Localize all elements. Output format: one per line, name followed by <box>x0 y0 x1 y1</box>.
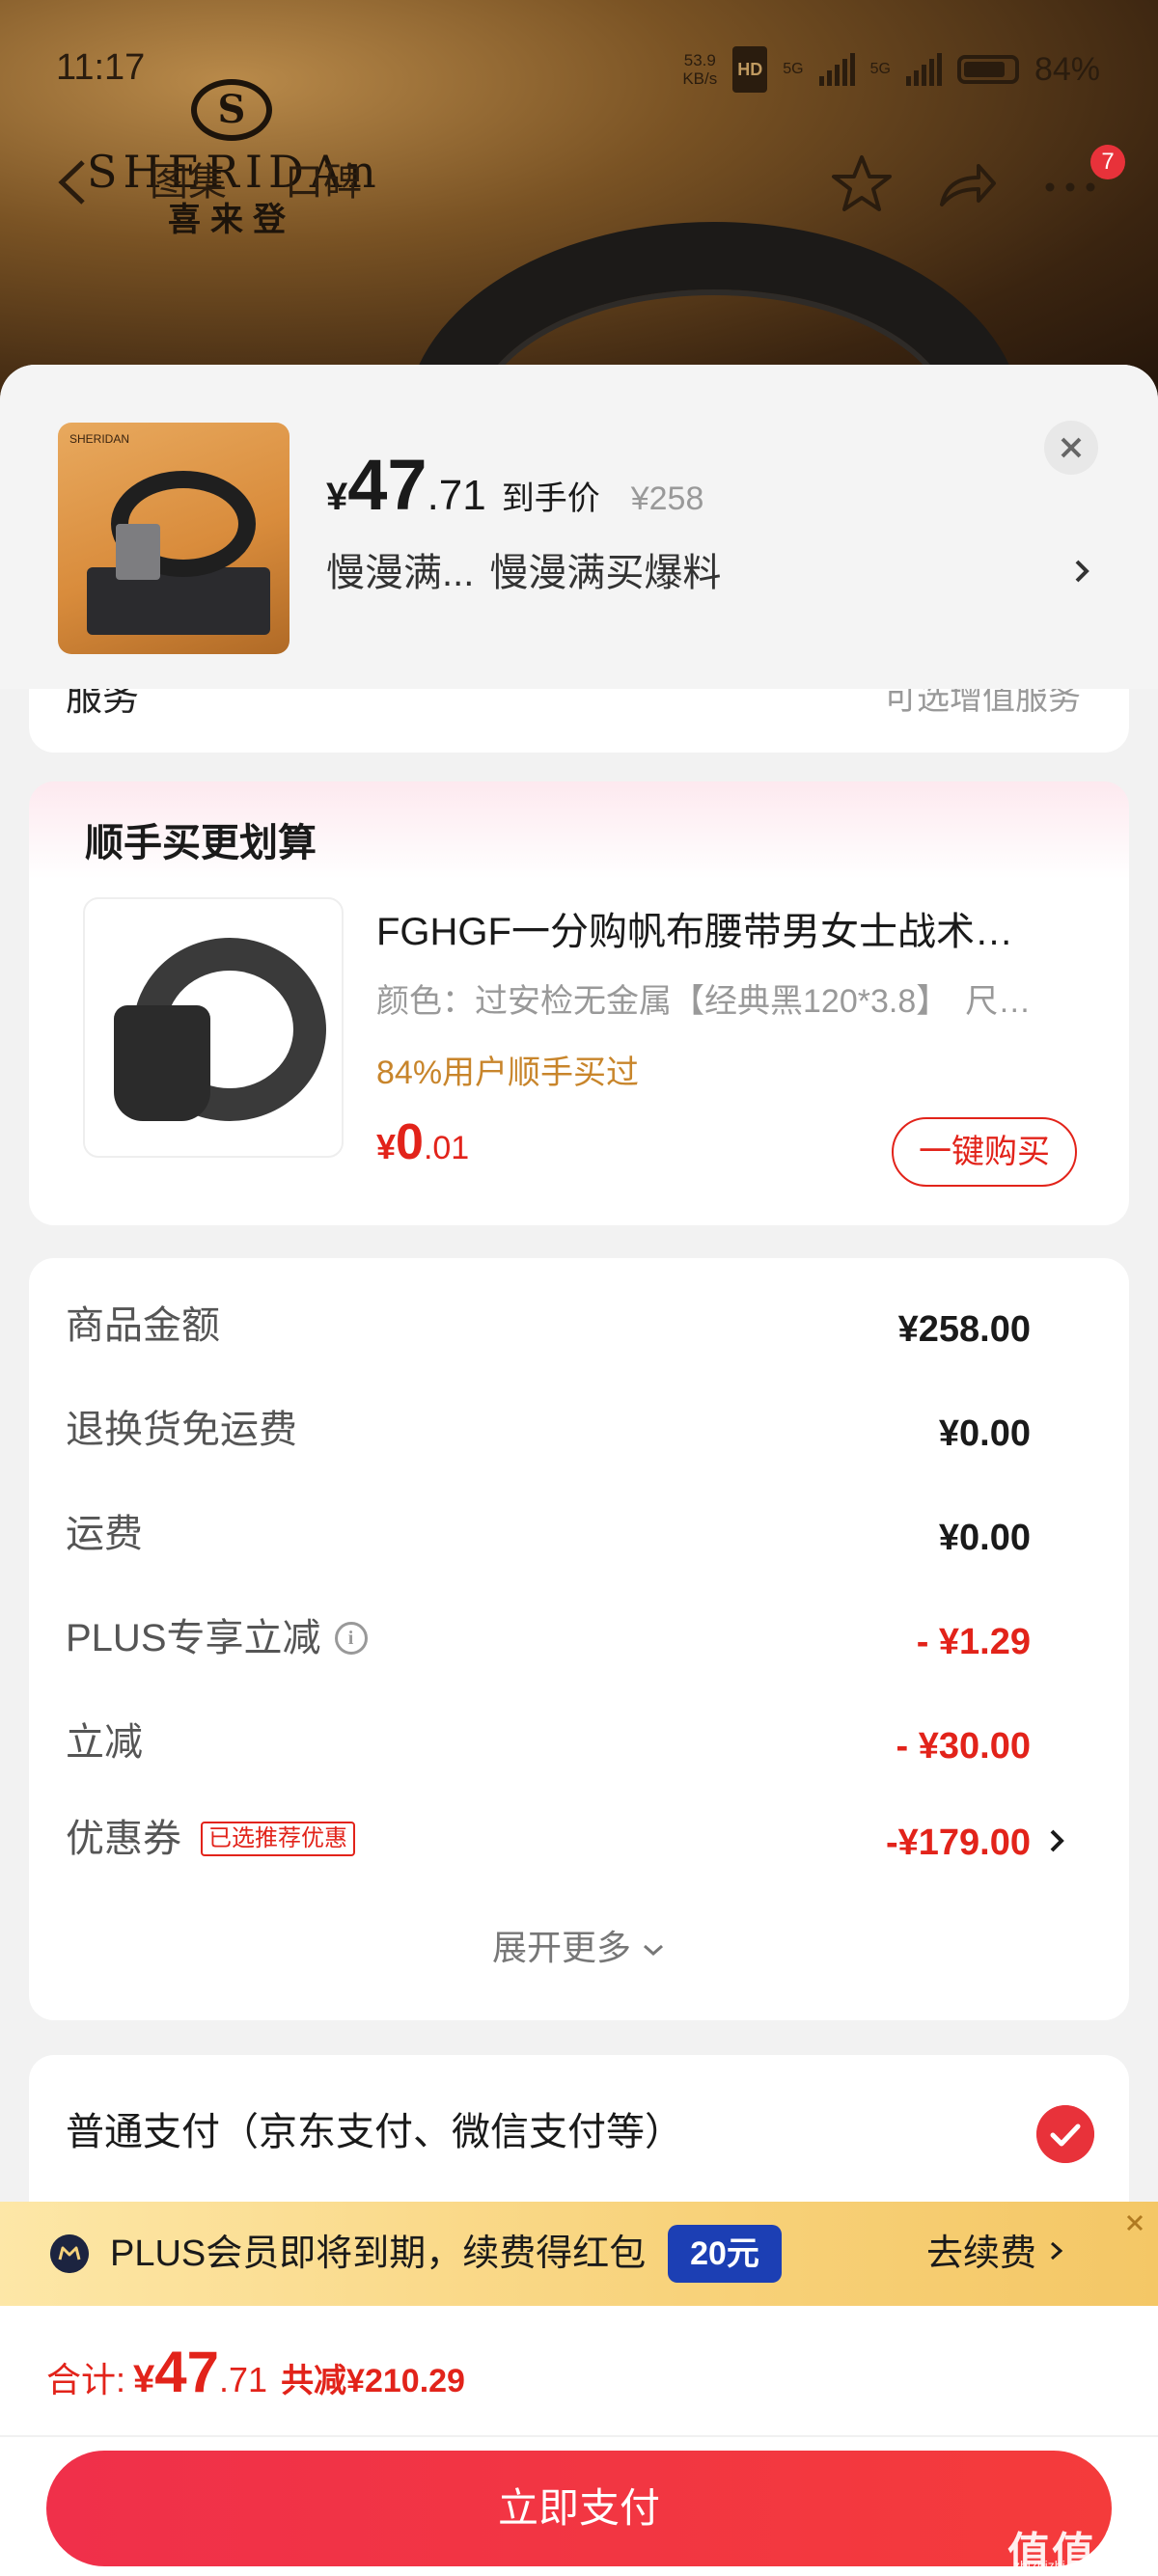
net-speed: 53.9 KB/s <box>682 51 717 88</box>
order-total: 合计: ¥ 47 .71 共减¥210.29 <box>46 2339 465 2415</box>
amount-row-plus-discount: PLUS专享立减 i - ¥1.29 <box>66 1609 1069 1667</box>
status-icons: 53.9 KB/s HD 5G 5G 84% <box>682 46 1100 93</box>
tab-reviews[interactable]: 口碑 <box>285 158 362 206</box>
original-price: ¥258 <box>630 480 704 517</box>
price-integer: 47 <box>347 445 427 525</box>
row-value: ¥0.00 <box>938 1413 1031 1454</box>
row-label: 运费 <box>66 1513 143 1555</box>
close-banner-icon[interactable] <box>1121 2209 1148 2236</box>
amount-breakdown-card: 商品金额 ¥258.00 退换货免运费 ¥0.00 运费 ¥0.00 PLUS专… <box>29 1258 1129 2020</box>
tab-gallery[interactable]: 图集 <box>150 158 227 206</box>
row-value: ¥258.00 <box>897 1309 1031 1350</box>
top-nav-bar: 图集 口碑 7 <box>0 145 1158 222</box>
network-label-1: 5G <box>783 61 804 77</box>
selected-check-icon[interactable] <box>1036 2105 1094 2163</box>
row-label: 立减 <box>66 1721 143 1764</box>
row-label-text: 优惠券 <box>66 1818 181 1860</box>
amount-row-goods: 商品金额 ¥258.00 <box>66 1297 1069 1355</box>
red-packet-amount: 20元 <box>668 2225 782 2283</box>
net-speed-value: 53.9 <box>683 51 716 69</box>
close-icon[interactable] <box>1044 421 1098 475</box>
upsell-price-integer: 0 <box>396 1114 424 1170</box>
row-value: -¥179.00 <box>885 1822 1031 1863</box>
total-savings: 共减¥210.29 <box>281 2363 465 2399</box>
promo-text-2: 慢漫满买爆料 <box>489 552 722 594</box>
coupon-recommended-tag: 已选推荐优惠 <box>201 1822 355 1856</box>
status-bar: 11:17 53.9 KB/s HD 5G 5G 84% <box>0 0 1158 135</box>
plus-renewal-banner[interactable]: PLUS会员即将到期，续费得红包 20元 去续费 <box>0 2202 1158 2306</box>
total-decimal: .71 <box>219 2360 268 2399</box>
price-symbol: ¥ <box>326 476 348 518</box>
row-label: 优惠券 已选推荐优惠 <box>66 1810 355 1868</box>
back-arrow-icon[interactable] <box>54 158 93 206</box>
battery-percent: 84% <box>1034 51 1100 88</box>
chevron-down-icon <box>644 1944 664 1957</box>
total-label: 合计: <box>46 2360 126 2399</box>
plus-renewal-text: PLUS会员即将到期，续费得红包 <box>110 2233 647 2274</box>
chevron-right-icon[interactable] <box>1067 544 1096 598</box>
row-label: 退换货免运费 <box>66 1409 297 1451</box>
share-icon[interactable] <box>934 152 998 216</box>
upsell-purchase-stat: 84%用户顺手买过 <box>376 1055 640 1091</box>
amount-row-shipping: 运费 ¥0.00 <box>66 1505 1069 1563</box>
upsell-card: 顺手买更划算 FGHGF一分购帆布腰带男女士战术… 颜色：过安检无金属【经典黑1… <box>29 781 1129 1225</box>
signal-icon <box>818 53 855 86</box>
promo-line[interactable]: 慢漫满... 慢漫满买爆料 <box>326 546 1098 600</box>
row-label-text: PLUS专享立减 <box>66 1617 321 1659</box>
notification-badge: 7 <box>1090 145 1125 179</box>
upsell-price: ¥ 0 .01 <box>376 1113 469 1177</box>
thumb-box <box>87 567 270 635</box>
price-tag: 到手价 <box>501 480 600 517</box>
payment-method-label: 普通支付（京东支付、微信支付等） <box>66 2111 683 2153</box>
amount-row-instant-discount: 立减 - ¥30.00 <box>66 1713 1069 1771</box>
upsell-product-name[interactable]: FGHGF一分购帆布腰带男女士战术… <box>376 905 1071 959</box>
site-watermark-url: zhizhizhi.com <box>1013 2558 1095 2573</box>
clock: 11:17 <box>56 47 146 88</box>
upsell-price-decimal: .01 <box>423 1130 470 1166</box>
row-value: - ¥1.29 <box>916 1622 1031 1662</box>
plus-crown-icon <box>50 2234 89 2273</box>
hd-badge: HD <box>732 46 768 93</box>
row-label: 商品金额 <box>66 1304 220 1347</box>
checkout-bottom-bar: 合计: ¥ 47 .71 共减¥210.29 立即支付 <box>0 2306 1158 2576</box>
info-icon[interactable]: i <box>334 1622 368 1655</box>
favorite-star-icon[interactable] <box>830 152 894 216</box>
amount-row-return-shipping: 退换货免运费 ¥0.00 <box>66 1401 1069 1459</box>
amount-row-coupon[interactable]: 优惠券 已选推荐优惠 -¥179.00 <box>66 1810 1069 1868</box>
expand-more-link[interactable]: 展开更多 <box>29 1924 1129 1972</box>
row-value: ¥0.00 <box>938 1518 1031 1558</box>
upsell-price-symbol: ¥ <box>376 1127 397 1166</box>
total-symbol: ¥ <box>133 2358 155 2400</box>
sheet-header: SHERIDAN ¥ 47 .71 到手价 ¥258 慢漫满... 慢漫满买爆料 <box>0 365 1158 689</box>
battery-icon <box>956 55 1019 84</box>
signal-icon-2 <box>905 53 942 86</box>
one-click-buy-button[interactable]: 一键购买 <box>892 1117 1077 1187</box>
expand-label: 展开更多 <box>491 1928 631 1967</box>
network-label-2: 5G <box>869 61 891 77</box>
renew-link[interactable]: 去续费 <box>926 2225 1066 2283</box>
upsell-product-spec[interactable]: 颜色：过安检无金属【经典黑120*3.8】 尺… <box>376 978 1071 1025</box>
upsell-belt-buckle <box>114 1005 210 1121</box>
net-speed-unit: KB/s <box>682 69 718 88</box>
upsell-title: 顺手买更划算 <box>85 822 317 864</box>
chevron-right-icon[interactable] <box>1046 1822 1069 1860</box>
row-value: - ¥30.00 <box>896 1726 1031 1767</box>
pay-now-button[interactable]: 立即支付 <box>46 2451 1112 2566</box>
thumb-brand: SHERIDAN <box>69 432 130 446</box>
chevron-right-icon <box>1050 2241 1062 2261</box>
promo-text-1: 慢漫满... <box>326 552 475 594</box>
total-integer: 47 <box>154 2340 220 2404</box>
upsell-product-image[interactable] <box>83 897 344 1158</box>
thumb-buckle <box>116 524 160 580</box>
product-thumbnail: SHERIDAN <box>58 423 290 654</box>
price-decimal: .71 <box>427 472 486 519</box>
final-price: ¥ 47 .71 到手价 ¥258 <box>326 445 704 533</box>
row-label: PLUS专享立减 i <box>66 1609 368 1667</box>
renew-label: 去续费 <box>926 2233 1037 2274</box>
divider <box>0 2435 1158 2437</box>
